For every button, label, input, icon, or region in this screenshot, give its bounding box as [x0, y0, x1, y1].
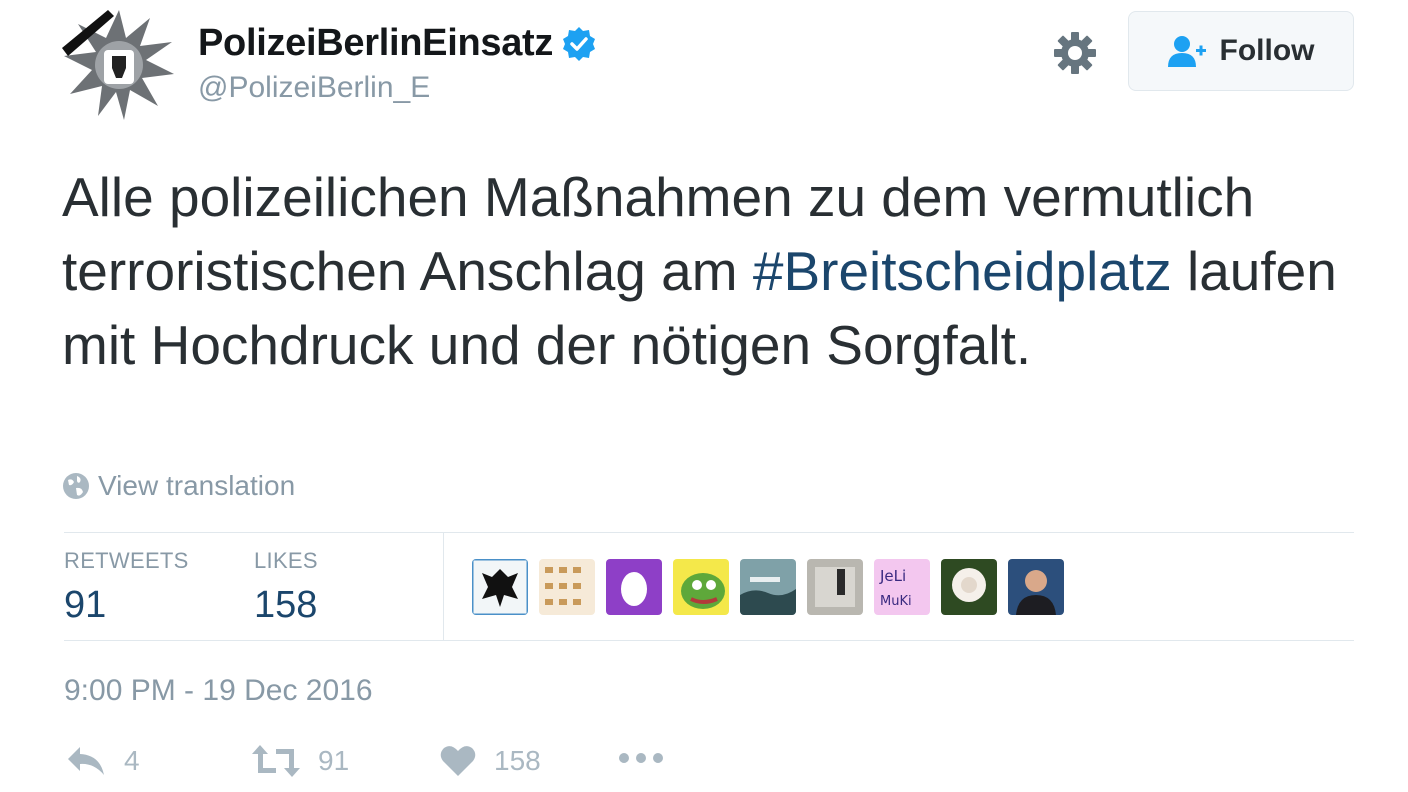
retweet-icon: [252, 745, 300, 777]
retweet-count: 91: [318, 745, 350, 776]
more-button[interactable]: [618, 752, 682, 764]
verified-badge-icon: [563, 26, 596, 61]
liker-avatar[interactable]: JeLi MuKi: [874, 559, 930, 615]
reply-icon: [68, 747, 104, 775]
stats-divider-bottom: [64, 640, 1354, 641]
globe-icon: [63, 473, 89, 499]
like-button[interactable]: 158: [440, 745, 541, 777]
reply-count: 4: [124, 745, 140, 776]
display-name-text[interactable]: PolizeiBerlinEinsatz: [198, 22, 553, 65]
liker-avatar[interactable]: [673, 559, 729, 615]
tweet-text: Alle polizeilichen Maßnahmen zu dem verm…: [62, 160, 1372, 382]
view-translation-link[interactable]: View translation: [62, 470, 295, 502]
svg-text:JeLi: JeLi: [879, 567, 906, 585]
tweet-timestamp[interactable]: 9:00 PM - 19 Dec 2016: [64, 674, 373, 708]
likers-avatars: JeLi MuKi: [472, 559, 1064, 615]
more-dots-icon: [619, 753, 663, 763]
view-translation-label: View translation: [98, 470, 296, 501]
stats-divider-top: [64, 532, 1354, 533]
heart-icon: [440, 746, 476, 776]
liker-avatar[interactable]: [807, 559, 863, 615]
retweets-label: RETWEETS: [64, 548, 189, 573]
liker-avatar[interactable]: [539, 559, 595, 615]
police-star-logo: [62, 10, 174, 120]
stats-vertical-divider: [443, 533, 444, 640]
liker-avatar[interactable]: [1008, 559, 1064, 615]
liker-avatar[interactable]: [740, 559, 796, 615]
hashtag-link[interactable]: #Breitscheidplatz: [753, 240, 1172, 302]
user-handle[interactable]: @PolizeiBerlin_E: [198, 71, 597, 105]
profile-avatar[interactable]: [62, 8, 176, 122]
like-count: 158: [494, 745, 541, 776]
svg-text:MuKi: MuKi: [880, 594, 912, 609]
likes-label: LIKES: [254, 548, 318, 573]
add-user-icon: [1167, 36, 1206, 67]
gear-icon[interactable]: [1052, 30, 1098, 76]
reply-button[interactable]: 4: [66, 745, 140, 777]
liker-avatar[interactable]: [606, 559, 662, 615]
liker-avatar[interactable]: [941, 559, 997, 615]
display-name[interactable]: PolizeiBerlinEinsatz: [198, 22, 597, 65]
follow-button[interactable]: Follow: [1128, 11, 1354, 91]
retweet-button[interactable]: 91: [252, 745, 349, 777]
follow-label: Follow: [1219, 34, 1315, 67]
likes-stat[interactable]: LIKES 158: [254, 548, 318, 627]
retweets-stat[interactable]: RETWEETS 91: [64, 548, 189, 627]
retweets-count: 91: [64, 584, 107, 626]
liker-avatar[interactable]: [472, 559, 528, 615]
likes-count: 158: [254, 584, 318, 626]
